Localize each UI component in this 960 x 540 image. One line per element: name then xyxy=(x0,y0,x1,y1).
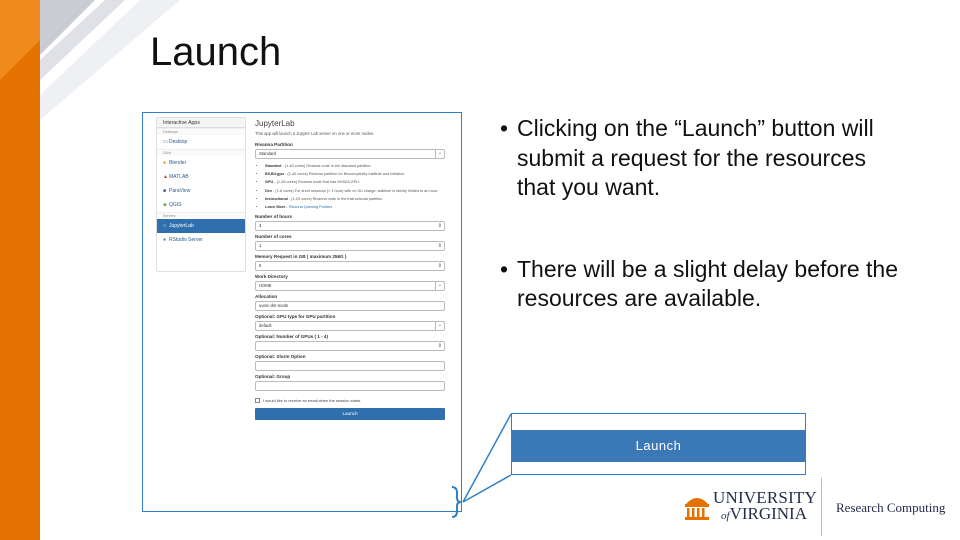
memory-label: Memory Request in GB ( maximum 256G ) xyxy=(255,254,347,260)
allocation-label: Allocation xyxy=(255,294,278,300)
partition-select[interactable]: Standard ⌄ xyxy=(255,149,445,159)
slide-title: Launch xyxy=(150,30,282,74)
menu-category-guis: GUIs xyxy=(157,149,245,156)
chevron-down-icon: ⌄ xyxy=(435,321,444,332)
bullet-item: • There will be a slight delay before the… xyxy=(500,255,900,314)
group-input[interactable] xyxy=(255,381,445,392)
cores-input[interactable]: 1 ⇕ xyxy=(255,241,445,252)
menu-item-jupyterlab[interactable]: ○ JupyterLab xyxy=(157,219,245,233)
memory-value: 6 xyxy=(259,263,262,269)
bullet-item: • Clicking on the “Launch” button will su… xyxy=(500,114,900,203)
zoomed-launch-callout: Launch xyxy=(511,413,806,475)
uva-wordmark-line2: ofVIRGINIA xyxy=(721,504,807,523)
memory-input[interactable]: 6 ⇕ xyxy=(255,261,445,272)
slide: Launch Interactive Apps Desktops ▭Deskto… xyxy=(0,0,960,540)
jupyterlab-form-screenshot: Interactive Apps Desktops ▭Desktop GUIs … xyxy=(142,112,462,512)
spinner-icon: ⇕ xyxy=(437,223,442,230)
gpu-count-label: Optional: Number of GPUs ( 1 - 4) xyxy=(255,334,328,340)
partition-note: Dev - (1-8 cores) For short sessions (< … xyxy=(265,187,445,195)
gpu-type-label: Optional: GPU type for GPU partition xyxy=(255,314,336,320)
hours-input[interactable]: 3 ⇕ xyxy=(255,221,445,232)
partition-notes: Standard - (1-40 cores) Rivanna node in … xyxy=(265,162,445,211)
zoomed-launch-button[interactable]: Launch xyxy=(512,430,805,462)
workdir-value: HOME xyxy=(259,283,272,289)
email-checkbox[interactable] xyxy=(255,398,260,404)
hours-value: 3 xyxy=(259,223,262,229)
partition-note: Standard - (1-40 cores) Rivanna node in … xyxy=(265,162,445,170)
bullet-text: There will be a slight delay before the … xyxy=(517,255,898,312)
menu-item-label: RStudio Server xyxy=(169,237,203,243)
slurm-option-label: Optional: Slurm Option xyxy=(255,354,306,360)
menu-category-desktops: Desktops xyxy=(157,128,245,135)
menu-item-qgis[interactable]: ◆ QGIS xyxy=(157,198,245,212)
menu-item-desktop[interactable]: ▭Desktop xyxy=(157,135,245,149)
menu-header: Interactive Apps xyxy=(157,118,245,128)
partition-note: GPU - (1-28 cores) Rivanna node that has… xyxy=(265,178,445,186)
gpu-type-value: default xyxy=(259,323,272,329)
uva-logo: UNIVERSITY ofVIRGINIA xyxy=(683,488,817,524)
menu-item-label: Blender xyxy=(169,160,187,166)
bullet-list: • Clicking on the “Launch” button will su… xyxy=(500,114,900,314)
menu-item-blender[interactable]: ● Blender xyxy=(157,156,245,170)
interactive-apps-menu: Interactive Apps Desktops ▭Desktop GUIs … xyxy=(156,117,246,272)
chevron-down-icon: ⌄ xyxy=(435,281,444,292)
menu-category-servers: Servers xyxy=(157,212,245,219)
launch-button[interactable]: Launch xyxy=(255,408,445,421)
email-checkbox-label: I would like to receive an email when th… xyxy=(263,398,361,404)
research-computing-wordmark: Research Computing xyxy=(836,500,946,515)
spinner-icon: ⇕ xyxy=(437,263,442,270)
gpu-type-select[interactable]: default ⌄ xyxy=(255,321,445,332)
email-checkbox-row[interactable]: I would like to receive an email when th… xyxy=(255,398,445,404)
spinner-icon: ⇕ xyxy=(437,243,442,250)
spinner-icon: ⇕ xyxy=(437,343,442,350)
menu-item-label: ParaView xyxy=(169,188,191,194)
jupyterlab-form: JupyterLab This app will launch a Jupyte… xyxy=(255,119,445,421)
bullet-text: Clicking on the “Launch” button will sub… xyxy=(517,115,874,200)
chevron-down-icon: ⌄ xyxy=(435,149,444,159)
cores-label: Number of cores xyxy=(255,234,292,240)
menu-item-matlab[interactable]: ▲MATLAB xyxy=(157,170,245,184)
menu-item-paraview[interactable]: ■ ParaView xyxy=(157,184,245,198)
rotunda-icon xyxy=(685,498,709,520)
form-title: JupyterLab xyxy=(255,119,295,128)
menu-item-label: JupyterLab xyxy=(169,223,194,229)
cores-value: 1 xyxy=(259,243,262,249)
menu-item-label: Desktop xyxy=(169,139,188,145)
logo-divider xyxy=(821,478,822,536)
slurm-option-input[interactable] xyxy=(255,361,445,372)
group-label: Optional: Group xyxy=(255,374,291,380)
hours-label: Number of hours xyxy=(255,214,293,220)
partition-note: Instructional - (1-20 cores) Rivanna nod… xyxy=(265,195,445,203)
form-description: This app will launch a Jupyter Lab serve… xyxy=(255,131,375,136)
bullet-dot: • xyxy=(500,255,509,282)
menu-item-label: MATLAB xyxy=(169,174,189,180)
partition-value: Standard xyxy=(259,151,276,156)
partition-note: BII,Bii-gpu - (1-40 cores) Rivanna parti… xyxy=(265,170,445,178)
menu-item-rstudio-server[interactable]: ● RStudio Server xyxy=(157,233,245,247)
allocation-value: uvarc-dsr-meds xyxy=(259,303,289,309)
bullet-dot: • xyxy=(500,115,509,141)
partition-label: Rivanna Partition xyxy=(255,142,293,147)
allocation-input[interactable]: uvarc-dsr-meds xyxy=(255,301,445,312)
gpu-count-input[interactable]: ⇕ xyxy=(255,341,445,352)
learn-more: Learn More - Rivanna Queuing Policies xyxy=(265,203,445,211)
workdir-label: Work Directory xyxy=(255,274,288,280)
queuing-policies-link[interactable]: Rivanna Queuing Policies xyxy=(289,205,332,209)
menu-item-label: QGIS xyxy=(169,202,182,208)
workdir-select[interactable]: HOME ⌄ xyxy=(255,281,445,292)
